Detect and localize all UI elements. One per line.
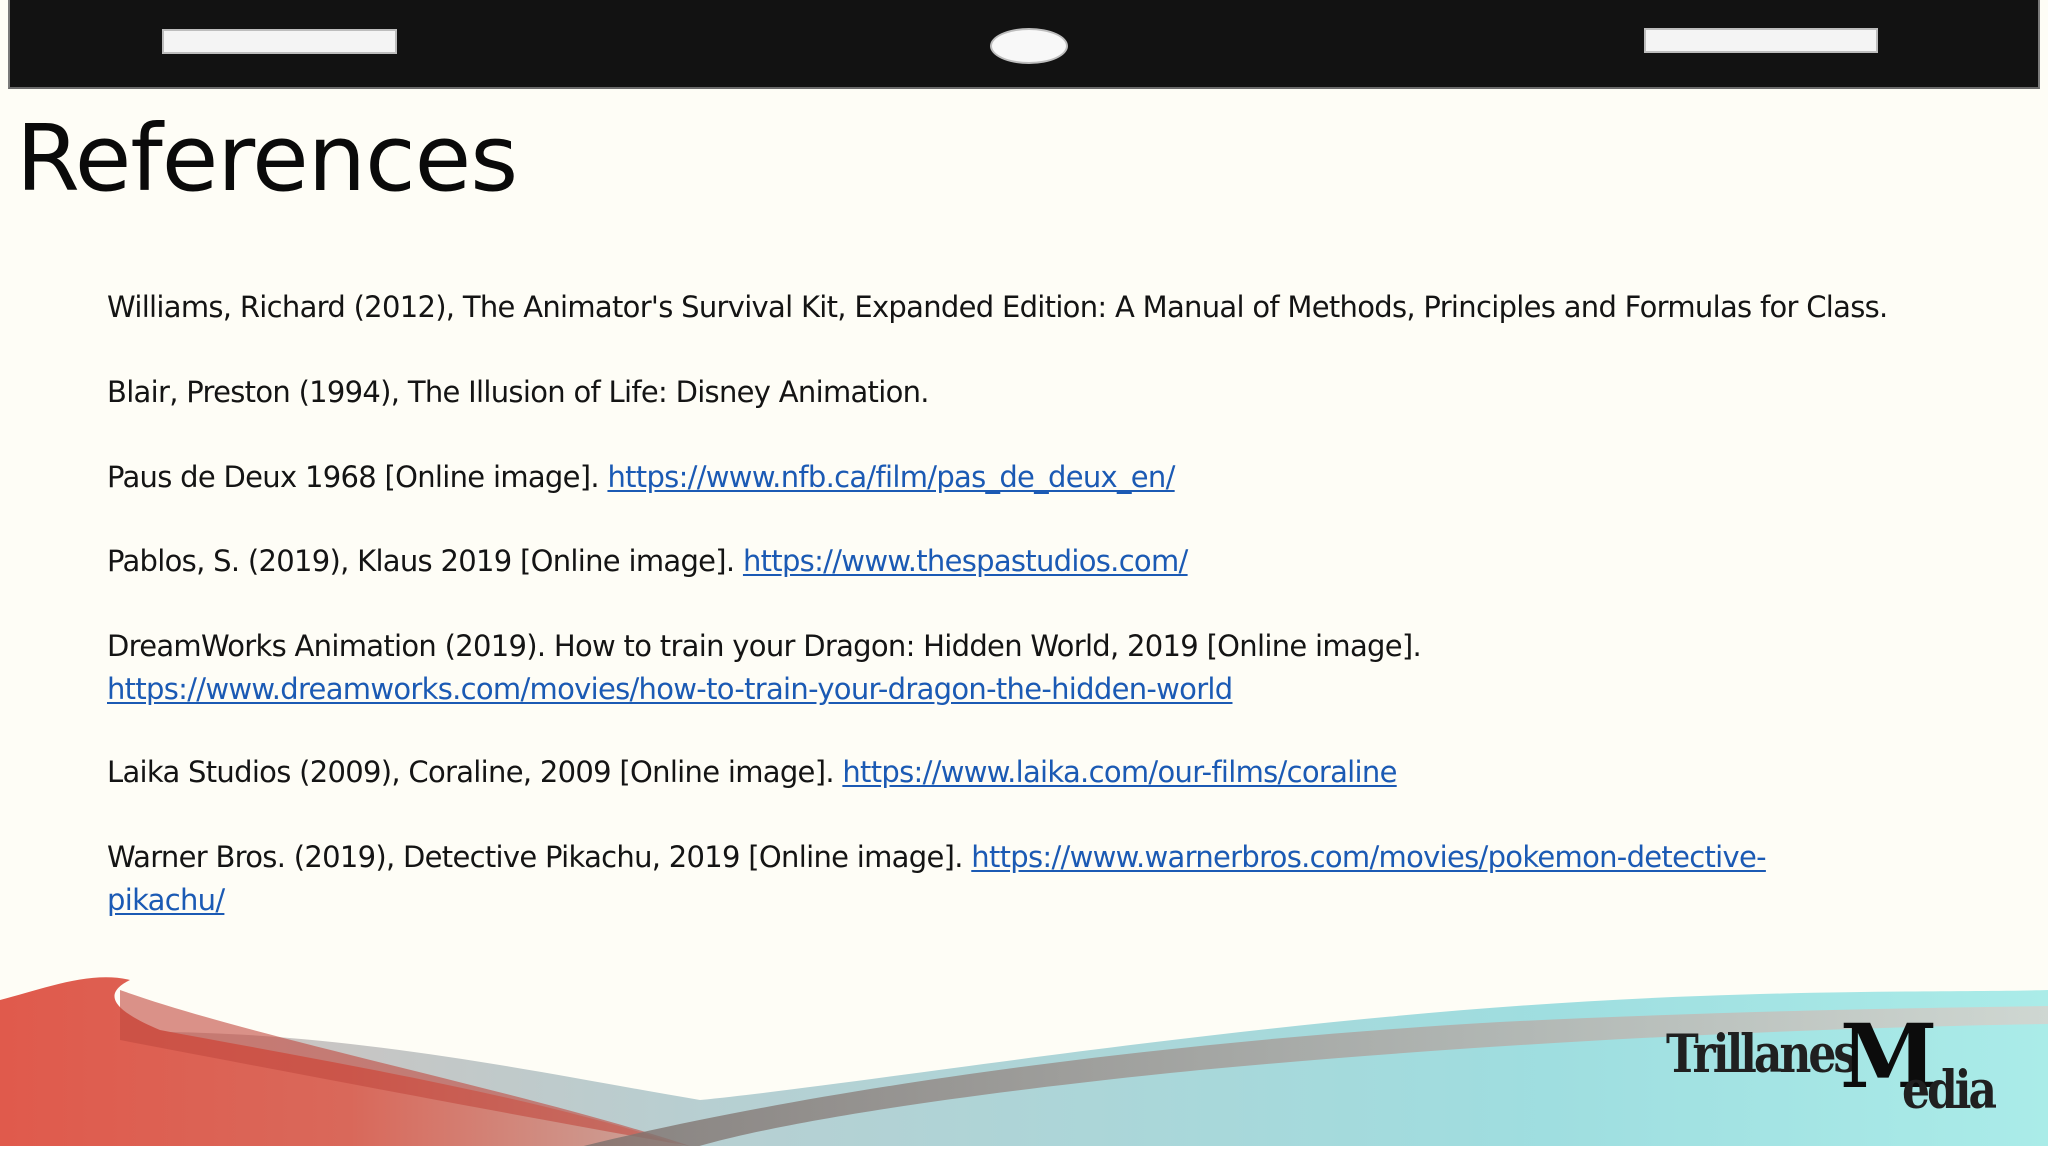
reference-text: Williams, Richard (2012), The Animator's… — [107, 290, 1888, 324]
reference-item: Pablos, S. (2019), Klaus 2019 [Online im… — [107, 540, 2007, 583]
slide: References Williams, Richard (2012), The… — [0, 0, 2048, 1152]
reference-item: Paus de Deux 1968 [Online image]. https:… — [107, 456, 2007, 499]
banner-right-bar — [1644, 28, 1878, 53]
reference-link[interactable]: https://www.thespastudios.com/ — [743, 544, 1188, 578]
logo-word-edia: edia — [1902, 1060, 1997, 1122]
reference-item: Blair, Preston (1994), The Illusion of L… — [107, 371, 2007, 414]
reference-item: Warner Bros. (2019), Detective Pikachu, … — [107, 836, 2007, 922]
reference-item: DreamWorks Animation (2019). How to trai… — [107, 625, 2007, 711]
banner-left-bar — [162, 29, 397, 54]
logo-word-trillanes: Trillanes — [1666, 1024, 1858, 1086]
top-banner — [8, 0, 2040, 89]
trillanes-media-logo: Trillanes M edia — [1664, 1004, 2004, 1122]
reference-link[interactable]: https://www.dreamworks.com/movies/how-to… — [107, 668, 2007, 711]
reference-text: Blair, Preston (1994), The Illusion of L… — [107, 375, 930, 409]
reference-link[interactable]: https://www.nfb.ca/film/pas_de_deux_en/ — [607, 460, 1175, 494]
reference-text: Warner Bros. (2019), Detective Pikachu, … — [107, 840, 972, 874]
reference-link[interactable]: https://www.warnerbros.com/movies/pokemo… — [971, 840, 1766, 874]
reference-link[interactable]: https://www.laika.com/our-films/coraline — [842, 755, 1397, 789]
reference-item: Laika Studios (2009), Coraline, 2009 [On… — [107, 751, 2007, 794]
reference-text: Laika Studios (2009), Coraline, 2009 [On… — [107, 755, 843, 789]
reference-text: Pablos, S. (2019), Klaus 2019 [Online im… — [107, 544, 743, 578]
slide-title: References — [16, 105, 518, 212]
reference-item: Williams, Richard (2012), The Animator's… — [107, 286, 2007, 329]
reference-text: DreamWorks Animation (2019). How to trai… — [107, 629, 1422, 663]
banner-center-oval — [990, 28, 1068, 64]
reference-link-continuation[interactable]: pikachu/ — [107, 879, 2007, 922]
reference-text: Paus de Deux 1968 [Online image]. — [107, 460, 608, 494]
